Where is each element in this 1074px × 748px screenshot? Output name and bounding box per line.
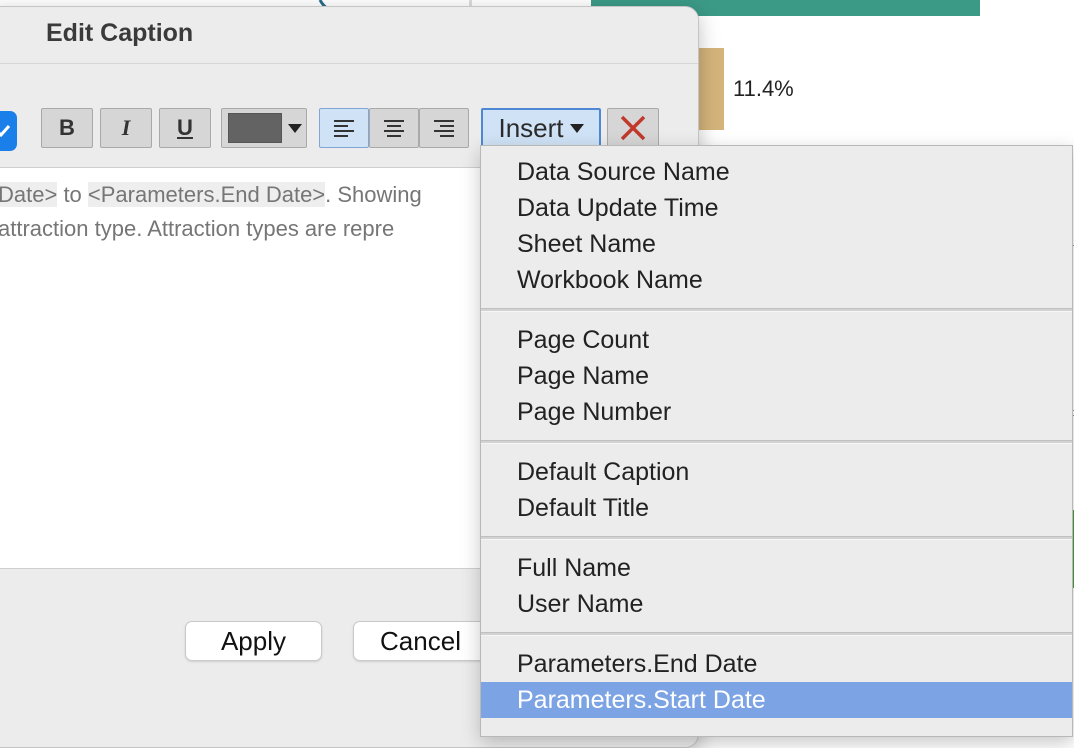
field-token: Date> — [0, 182, 58, 207]
underline-button[interactable]: U — [159, 108, 211, 148]
menu-item-page-name[interactable]: Page Name — [481, 358, 1072, 394]
clear-button[interactable] — [607, 108, 659, 148]
editor-text: to — [57, 182, 88, 207]
align-left-icon — [334, 120, 354, 137]
menu-separator — [481, 440, 1072, 444]
menu-separator — [481, 536, 1072, 540]
editor-text: . Showing — [325, 182, 422, 207]
bold-button[interactable]: B — [41, 108, 93, 148]
chevron-down-icon — [288, 123, 302, 133]
menu-item-data-update-time[interactable]: Data Update Time — [481, 190, 1072, 226]
menu-item-page-count[interactable]: Page Count — [481, 322, 1072, 358]
chevron-down-icon — [569, 123, 584, 133]
menu-item-user-name[interactable]: User Name — [481, 586, 1072, 622]
insert-label: Insert — [498, 112, 564, 143]
align-right-button[interactable] — [419, 108, 469, 148]
field-token: <Parameters.End Date> — [87, 182, 326, 207]
chart-percent-label: 11.4% — [733, 76, 794, 101]
menu-item-sheet-name[interactable]: Sheet Name — [481, 226, 1072, 262]
insert-button[interactable]: Insert — [481, 108, 601, 148]
menu-separator — [481, 632, 1072, 636]
menu-item-default-title[interactable]: Default Title — [481, 490, 1072, 526]
align-right-icon — [434, 120, 454, 137]
menu-item-data-source-name[interactable]: Data Source Name — [481, 154, 1072, 190]
align-left-button[interactable] — [319, 108, 369, 148]
font-color-swatch — [228, 113, 282, 143]
menu-item-parameters-start-date[interactable]: Parameters.Start Date — [481, 682, 1072, 718]
clear-icon — [620, 115, 646, 141]
italic-button[interactable]: I — [100, 108, 152, 148]
menu-item-parameters-end-date[interactable]: Parameters.End Date — [481, 646, 1072, 682]
dialog-titlebar: Edit Caption — [0, 7, 698, 64]
insert-menu: Data Source Name Data Update Time Sheet … — [480, 145, 1073, 737]
cancel-button[interactable]: Cancel — [353, 621, 488, 661]
align-center-icon — [384, 120, 404, 137]
editor-line: attraction type. Attraction types are re… — [0, 216, 395, 241]
menu-item-full-name[interactable]: Full Name — [481, 550, 1072, 586]
menu-separator — [481, 308, 1072, 312]
apply-button[interactable]: Apply — [185, 621, 322, 661]
font-color-button[interactable] — [221, 108, 307, 148]
menu-item-page-number[interactable]: Page Number — [481, 394, 1072, 430]
menu-item-workbook-name[interactable]: Workbook Name — [481, 262, 1072, 298]
editor-line: Date> to <Parameters.End Date>. Showing — [0, 182, 422, 208]
align-center-button[interactable] — [369, 108, 419, 148]
dialog-title: Edit Caption — [46, 19, 194, 47]
menu-item-default-caption[interactable]: Default Caption — [481, 454, 1072, 490]
